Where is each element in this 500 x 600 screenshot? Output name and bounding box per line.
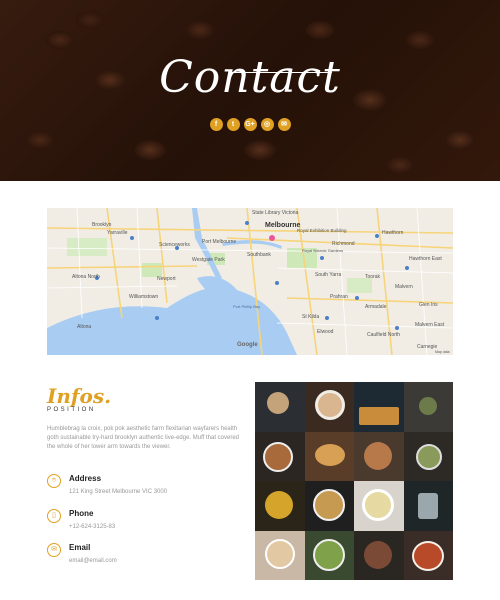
map-label: Port Phillip Bay	[233, 304, 260, 309]
info-description: Humblebrag la croix, pok pok aesthetic f…	[47, 426, 239, 450]
map-label: Southbank	[247, 252, 271, 258]
phone-row: ▯ Phone +12-624-3125-83	[47, 509, 115, 530]
phone-icon: ▯	[47, 509, 61, 523]
map-label: Altona North	[72, 274, 100, 280]
page-title: Contact	[159, 52, 341, 103]
hero-banner: Contact f t G+ ◎ ✉	[0, 0, 500, 181]
map-label: St Kilda	[302, 314, 319, 320]
location-pin-icon: ⌾	[47, 474, 61, 488]
email-row: ✉ Email email@email.com	[47, 543, 117, 564]
title-underline	[232, 72, 332, 73]
map-label: Williamstown	[129, 294, 158, 300]
map-attribution: Google	[237, 342, 258, 348]
mail-icon: ✉	[47, 543, 61, 557]
social-links: f t G+ ◎ ✉	[0, 118, 500, 131]
facebook-icon[interactable]: f	[209, 118, 223, 131]
phone-value[interactable]: +12-624-3125-83	[69, 524, 115, 530]
map-label: Brooklyn	[92, 222, 112, 228]
map-canvas: State Library Victoria Royal Exhibition …	[47, 208, 453, 355]
map-label: Altona	[77, 324, 91, 330]
gallery-photo[interactable]	[354, 431, 404, 481]
map-label: Yarraville	[107, 230, 128, 236]
gallery-photo[interactable]	[255, 530, 305, 580]
address-label: Address	[69, 474, 102, 483]
info-script-title: Infos.	[47, 384, 112, 408]
email-label: Email	[69, 543, 91, 552]
gallery-photo[interactable]	[403, 382, 453, 432]
gallery-photo[interactable]	[304, 481, 354, 531]
gallery-photo[interactable]	[304, 530, 354, 580]
gallery-photo[interactable]	[403, 530, 453, 580]
mail-icon[interactable]: ✉	[277, 118, 291, 131]
map-label: Hawthorn	[382, 230, 404, 236]
map-label: South Yarra	[315, 272, 341, 278]
gallery-photo[interactable]	[354, 530, 404, 580]
map-label: Richmond	[332, 241, 355, 247]
gallery-photo[interactable]	[354, 481, 404, 531]
instagram-icon[interactable]: ◎	[260, 118, 274, 131]
gallery-photo[interactable]	[255, 431, 305, 481]
map-label: Hawthorn East	[409, 256, 442, 262]
gallery-photo[interactable]	[304, 431, 354, 481]
map-label: Scienceworks	[159, 242, 190, 248]
map-data-link[interactable]: Map data	[435, 350, 450, 354]
gallery-photo[interactable]	[403, 431, 453, 481]
map-label: Toorak	[365, 274, 381, 280]
map-label: Malvern	[395, 284, 413, 290]
map-label: Malvern East	[415, 322, 445, 328]
gallery-photo[interactable]	[304, 382, 354, 432]
map-city-label: Melbourne	[265, 222, 300, 229]
info-subtitle: POSITION	[47, 407, 96, 413]
address-row: ⌾ Address 121 King Street Melbourne VIC …	[47, 474, 167, 495]
map-label: Caulfield North	[367, 332, 400, 338]
map-label: Newport	[157, 276, 176, 282]
google-plus-icon[interactable]: G+	[243, 118, 257, 131]
map-label: Royal Exhibition Building	[297, 228, 347, 233]
map-label: Prahran	[330, 294, 348, 300]
gallery-photo[interactable]	[255, 481, 305, 531]
map-label: Glen Iris	[419, 302, 438, 308]
instagram-gallery	[255, 382, 453, 580]
location-map[interactable]: State Library Victoria Royal Exhibition …	[47, 208, 453, 355]
map-label: State Library Victoria	[252, 210, 299, 216]
email-value[interactable]: email@email.com	[69, 558, 117, 564]
map-label: Royal Botanic Gardens	[302, 248, 343, 253]
map-label: Port Melbourne	[202, 239, 236, 245]
map-label: Armadale	[365, 304, 387, 310]
gallery-photo[interactable]	[354, 382, 404, 432]
map-label: Elwood	[317, 329, 334, 335]
gallery-photo[interactable]	[255, 382, 305, 432]
phone-label: Phone	[69, 509, 94, 518]
gallery-photo[interactable]	[403, 481, 453, 531]
map-label: Westgate Park	[192, 257, 225, 263]
twitter-icon[interactable]: t	[226, 118, 240, 131]
contact-info: Infos. POSITION Humblebrag la croix, pok…	[47, 384, 247, 564]
address-value: 121 King Street Melbourne VIC 3000	[69, 489, 168, 495]
